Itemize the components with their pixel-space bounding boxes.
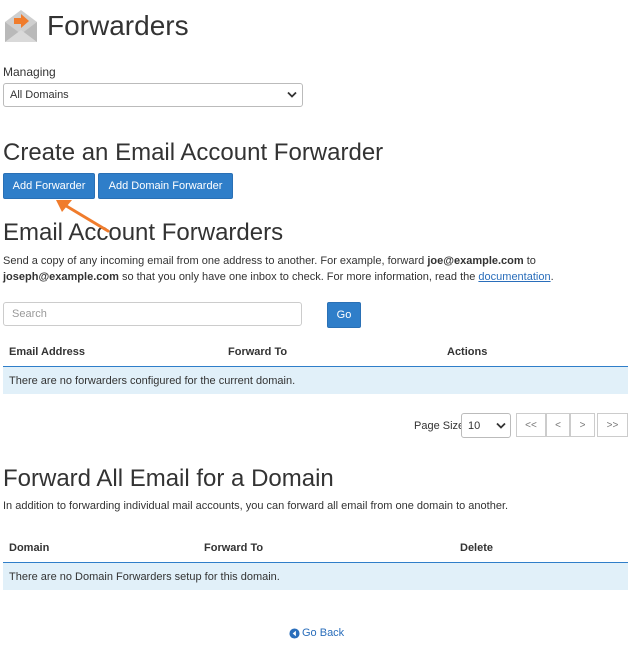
last-page-button[interactable]: >> [597, 413, 628, 437]
go-button[interactable]: Go [327, 302, 361, 328]
column-delete: Delete [460, 542, 494, 554]
arrow-circle-left-icon [289, 627, 300, 639]
add-domain-forwarder-button[interactable]: Add Domain Forwarder [98, 173, 233, 199]
managing-label: Managing [3, 65, 56, 79]
go-back-link[interactable]: Go Back [289, 627, 344, 639]
first-page-button[interactable]: << [516, 413, 546, 437]
account-forwarders-description: Send a copy of any incoming email from o… [3, 255, 554, 283]
envelope-forward-icon [5, 10, 37, 42]
example-to-address: joseph@example.com [3, 271, 119, 283]
create-forwarder-heading: Create an Email Account Forwarder [3, 139, 384, 166]
page-size-label: Page Size [414, 420, 465, 432]
account-forwarders-heading: Email Account Forwarders [3, 219, 284, 246]
empty-domain-forwarders-row: There are no Domain Forwarders setup for… [3, 563, 628, 590]
page-size-select[interactable]: 10 [461, 413, 511, 438]
domain-forwarders-description: In addition to forwarding individual mai… [3, 500, 509, 512]
documentation-link[interactable]: documentation [478, 271, 550, 283]
previous-page-button[interactable]: < [546, 413, 570, 437]
forwarders-page: Forwarders Managing All Domains Create a… [0, 0, 635, 653]
column-domain-forward-to: Forward To [204, 542, 264, 554]
page-header: Forwarders [3, 6, 189, 46]
domain-forwarders-heading: Forward All Email for a Domain [3, 465, 334, 492]
annotation-arrow [56, 200, 110, 233]
search-input[interactable] [3, 302, 302, 326]
go-back-label: Go Back [302, 627, 345, 639]
next-page-button[interactable]: > [570, 413, 595, 437]
managing-select[interactable]: All Domains [3, 83, 303, 107]
column-forward-to: Forward To [228, 346, 288, 358]
page-title: Forwarders [47, 10, 189, 41]
column-email-address: Email Address [9, 346, 86, 358]
example-from-address: joe@example.com [427, 255, 524, 267]
column-domain: Domain [9, 542, 50, 554]
column-actions: Actions [447, 346, 488, 358]
empty-forwarders-row: There are no forwarders configured for t… [3, 367, 628, 394]
